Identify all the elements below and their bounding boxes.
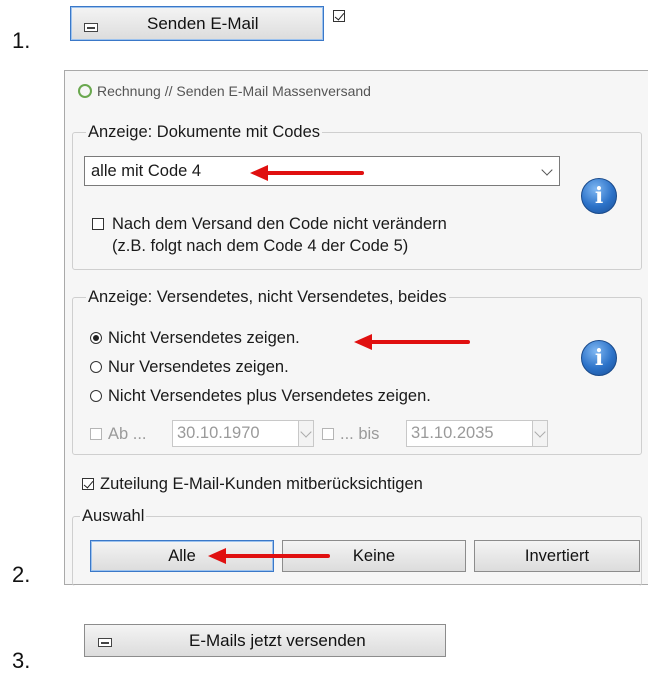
keep-code-note: (z.B. folgt nach dem Code 4 der Code 5) [112, 237, 409, 255]
from-date-checkbox[interactable] [90, 428, 102, 440]
keep-code-label: Nach dem Versand den Code nicht veränder… [112, 215, 447, 233]
to-date-label: ... bis [340, 425, 380, 443]
info-icon[interactable]: i [581, 340, 617, 376]
send-emails-now-button[interactable]: E-Mails jetzt versenden [84, 624, 446, 657]
radio-only-sent-label: Nur Versendetes zeigen. [108, 358, 289, 376]
envelope-icon [84, 23, 98, 32]
chevron-down-icon [300, 426, 312, 438]
info-icon[interactable]: i [581, 178, 617, 214]
selection-group-legend: Auswahl [80, 506, 147, 526]
invert-selection-button[interactable]: Invertiert [474, 540, 640, 572]
app-logo-icon [78, 84, 92, 98]
assign-customers-checkbox[interactable] [82, 478, 94, 490]
to-date-picker[interactable]: 31.10.2035 [406, 420, 548, 447]
codes-group-legend: Anzeige: Dokumente mit Codes [86, 122, 323, 142]
to-date-checkbox[interactable] [322, 428, 334, 440]
radio-not-sent[interactable] [90, 332, 102, 344]
from-date-label: Ab ... [108, 425, 147, 443]
sent-status-group-legend: Anzeige: Versendetes, nicht Versendetes,… [86, 287, 449, 307]
send-email-button-label: Senden E-Mail [147, 13, 259, 33]
keep-code-checkbox[interactable] [92, 218, 104, 230]
radio-both-label: Nicht Versendetes plus Versendetes zeige… [108, 387, 431, 405]
chevron-down-icon [534, 426, 546, 438]
step-number-3: 3. [12, 648, 31, 673]
dialog-title: Rechnung // Senden E-Mail Massenversand [97, 83, 371, 99]
radio-both[interactable] [90, 390, 102, 402]
radio-only-sent[interactable] [90, 361, 102, 373]
send-email-checkbox[interactable] [333, 10, 345, 22]
chevron-down-icon [541, 164, 553, 176]
from-date-picker[interactable]: 30.10.1970 [172, 420, 314, 447]
assign-customers-label: Zuteilung E-Mail-Kunden mitberücksichtig… [100, 475, 423, 493]
send-emails-now-label: E-Mails jetzt versenden [189, 630, 366, 650]
from-date-value: 30.10.1970 [177, 424, 260, 442]
code-filter-value: alle mit Code 4 [91, 161, 202, 180]
step-number-1: 1. [12, 28, 31, 53]
to-date-value: 31.10.2035 [411, 424, 494, 442]
step-number-2: 2. [12, 562, 31, 587]
send-email-button[interactable]: Senden E-Mail [70, 6, 324, 41]
invert-selection-label: Invertiert [524, 546, 590, 565]
envelope-icon [98, 638, 112, 647]
radio-not-sent-label: Nicht Versendetes zeigen. [108, 329, 300, 347]
